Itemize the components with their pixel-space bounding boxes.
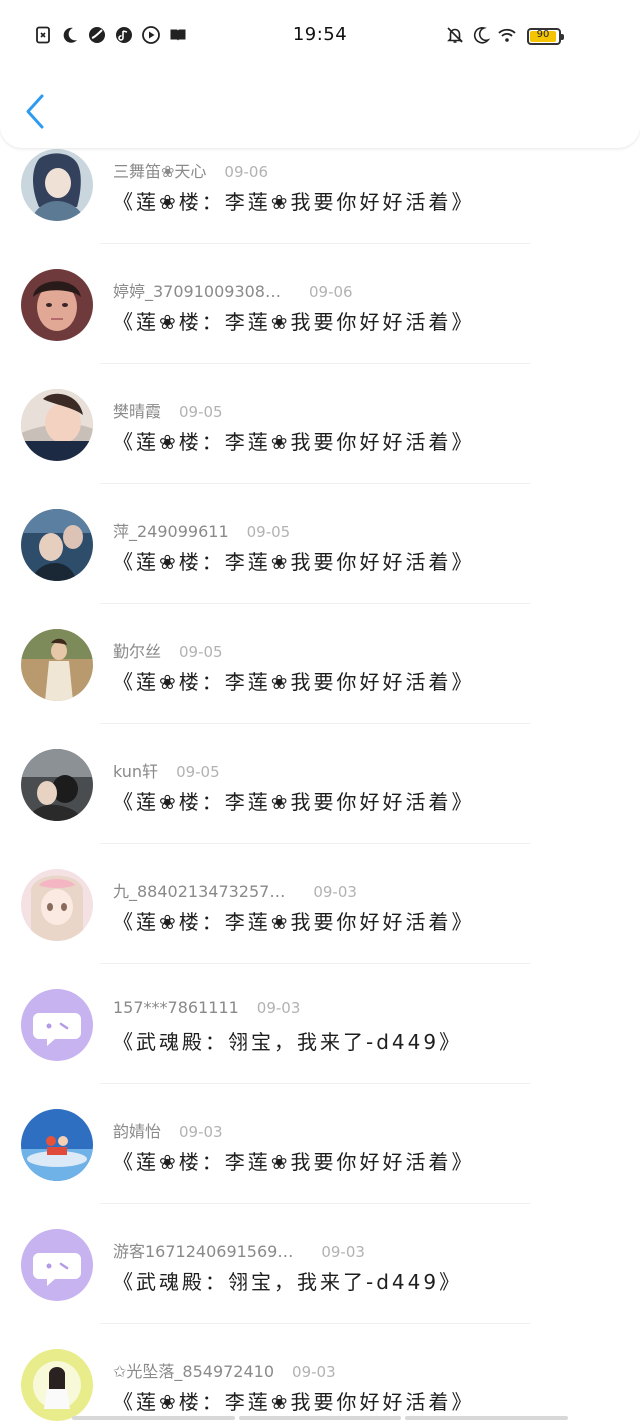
timestamp: 09-05 [179, 643, 223, 661]
divider [100, 843, 530, 844]
list-item[interactable]: ✩光坠落_854972410 09-03 《莲❀楼：李莲❀我要你好好活着》 [0, 1348, 640, 1423]
message-meta: 婷婷_37091009308… 09-06 [113, 278, 353, 302]
divider [100, 1323, 530, 1324]
list-item[interactable]: 157***7861111 09-03 《武魂殿：翎宝，我来了-d449》 [0, 988, 640, 1108]
message-meta: 游客1671240691569… 09-03 [113, 1238, 365, 1262]
message-meta: 韵婧怡 09-03 [113, 1118, 223, 1142]
message-text[interactable]: 《武魂殿：翎宝，我来了-d449》 [113, 1026, 462, 1055]
username[interactable]: 九_8840213473257… [113, 878, 285, 902]
divider [100, 603, 530, 604]
username[interactable]: 三舞笛❀天心 [113, 158, 206, 182]
message-meta: 勤尔丝 09-05 [113, 638, 223, 662]
message-list: 三舞笛❀天心 09-06 《莲❀楼：李莲❀我要你好好活着》 婷婷_3709100… [0, 148, 640, 1423]
wifi-icon [498, 28, 516, 42]
battery-icon: 90 [527, 28, 564, 45]
avatar[interactable] [21, 389, 93, 461]
timestamp: 09-06 [224, 163, 269, 181]
message-meta: 樊晴霞 09-05 [113, 398, 223, 422]
avatar[interactable] [21, 749, 93, 821]
message-text[interactable]: 《莲❀楼：李莲❀我要你好好活着》 [113, 426, 475, 455]
indicator-segment [72, 1416, 235, 1420]
avatar[interactable] [21, 1349, 93, 1421]
message-text[interactable]: 《莲❀楼：李莲❀我要你好好活着》 [113, 666, 475, 695]
timestamp: 09-03 [256, 999, 301, 1017]
list-item[interactable]: 婷婷_37091009308… 09-06 《莲❀楼：李莲❀我要你好好活着》 [0, 268, 640, 388]
timestamp: 09-03 [313, 883, 357, 901]
username[interactable]: kun轩 [113, 758, 158, 782]
divider [100, 1203, 530, 1204]
divider [100, 963, 530, 964]
list-item[interactable]: 九_8840213473257… 09-03 《莲❀楼：李莲❀我要你好好活着》 [0, 868, 640, 988]
battery-tip [561, 34, 564, 40]
avatar[interactable] [21, 149, 93, 221]
message-text[interactable]: 《武魂殿：翎宝，我来了-d449》 [113, 1266, 462, 1295]
list-item[interactable]: 樊晴霞 09-05 《莲❀楼：李莲❀我要你好好活着》 [0, 388, 640, 508]
avatar[interactable] [21, 1109, 93, 1181]
username[interactable]: 婷婷_37091009308… [113, 278, 281, 302]
moon-icon [473, 26, 490, 44]
divider [100, 723, 530, 724]
divider [100, 483, 530, 484]
timestamp: 09-03 [292, 1363, 336, 1381]
bell-off-icon [447, 27, 463, 43]
list-item[interactable]: 勤尔丝 09-05 《莲❀楼：李莲❀我要你好好活着》 [0, 628, 640, 748]
avatar[interactable] [21, 269, 93, 341]
message-text[interactable]: 《莲❀楼：李莲❀我要你好好活着》 [113, 1386, 475, 1415]
message-text[interactable]: 《莲❀楼：李莲❀我要你好好活着》 [113, 546, 475, 575]
divider [100, 1083, 530, 1084]
back-button[interactable] [22, 92, 50, 132]
list-item[interactable]: 萍_249099611 09-05 《莲❀楼：李莲❀我要你好好活着》 [0, 508, 640, 628]
indicator-segment [238, 1416, 402, 1420]
avatar[interactable] [21, 629, 93, 701]
message-text[interactable]: 《莲❀楼：李莲❀我要你好好活着》 [113, 906, 475, 935]
top-bar: 19:54 90 [0, 0, 640, 148]
status-bar: 19:54 90 [0, 22, 640, 50]
username[interactable]: 游客1671240691569… [113, 1238, 293, 1262]
timestamp: 09-05 [179, 403, 223, 421]
message-text[interactable]: 《莲❀楼：李莲❀我要你好好活着》 [113, 306, 475, 335]
avatar[interactable] [21, 509, 93, 581]
username[interactable]: 樊晴霞 [113, 398, 161, 422]
username[interactable]: ✩光坠落_854972410 [113, 1358, 274, 1382]
avatar[interactable] [21, 1229, 93, 1301]
message-text[interactable]: 《莲❀楼：李莲❀我要你好好活着》 [113, 1146, 475, 1175]
message-text[interactable]: 《莲❀楼：李莲❀我要你好好活着》 [113, 186, 475, 215]
list-item[interactable]: 韵婧怡 09-03 《莲❀楼：李莲❀我要你好好活着》 [0, 1108, 640, 1228]
message-meta: kun轩 09-05 [113, 758, 220, 782]
divider [100, 363, 530, 364]
timestamp: 09-03 [179, 1123, 223, 1141]
username[interactable]: 勤尔丝 [113, 638, 161, 662]
username[interactable]: 157***7861111 [113, 998, 239, 1017]
message-text[interactable]: 《莲❀楼：李莲❀我要你好好活着》 [113, 786, 475, 815]
timestamp: 09-05 [176, 763, 220, 781]
message-meta: ✩光坠落_854972410 09-03 [113, 1358, 336, 1382]
avatar[interactable] [21, 869, 93, 941]
timestamp: 09-06 [308, 283, 353, 301]
username[interactable]: 萍_249099611 [113, 518, 229, 542]
timestamp: 09-03 [321, 1243, 365, 1261]
avatar[interactable] [21, 989, 93, 1061]
message-meta: 157***7861111 09-03 [113, 998, 300, 1017]
username[interactable]: 韵婧怡 [113, 1118, 161, 1142]
message-meta: 三舞笛❀天心 09-06 [113, 158, 268, 182]
divider [100, 243, 530, 244]
list-item[interactable]: 游客1671240691569… 09-03 《武魂殿：翎宝，我来了-d449》 [0, 1228, 640, 1348]
status-right-icons [446, 26, 516, 44]
timestamp: 09-05 [246, 523, 291, 541]
battery-level: 90 [536, 29, 550, 40]
chevron-left-icon [26, 94, 44, 129]
message-meta: 萍_249099611 09-05 [113, 518, 290, 542]
message-meta: 九_8840213473257… 09-03 [113, 878, 357, 902]
list-item[interactable]: 三舞笛❀天心 09-06 《莲❀楼：李莲❀我要你好好活着》 [0, 148, 640, 268]
bottom-scroll-indicator [72, 1416, 569, 1420]
list-item[interactable]: kun轩 09-05 《莲❀楼：李莲❀我要你好好活着》 [0, 748, 640, 868]
indicator-segment [405, 1416, 569, 1420]
